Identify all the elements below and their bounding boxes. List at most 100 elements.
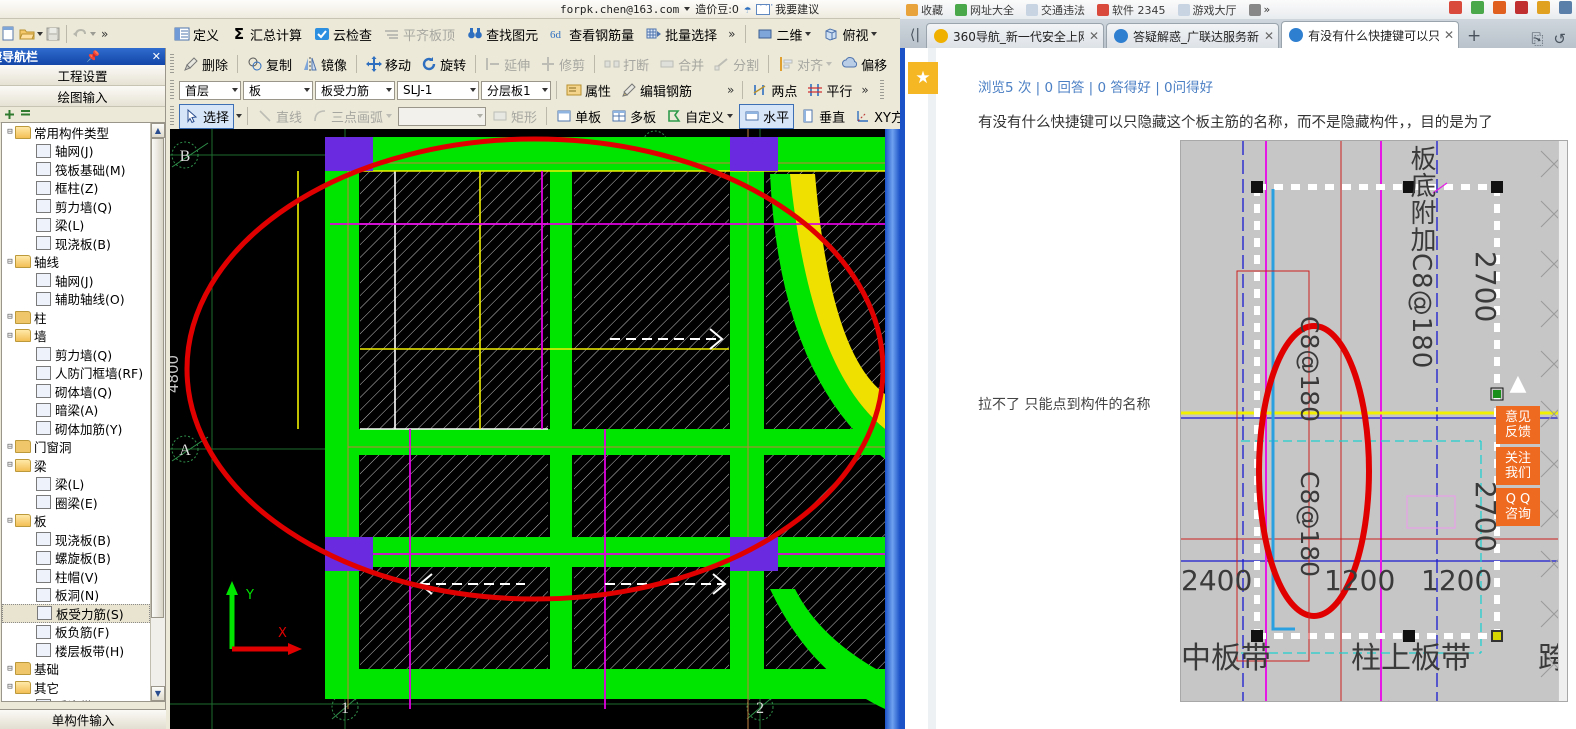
tree-item-3[interactable]: 框柱(Z) bbox=[2, 179, 150, 198]
ribbon-main-more-chevron[interactable]: » bbox=[725, 27, 738, 41]
tree-item-25[interactable]: 板洞(N) bbox=[2, 586, 150, 605]
tree-group-18[interactable]: ⊟ 梁 bbox=[2, 456, 150, 475]
qa-more-chevron[interactable]: » bbox=[98, 27, 111, 41]
tools-icon[interactable] bbox=[1559, 1, 1572, 14]
tb-summary-calc[interactable]: Σ 汇总计算 bbox=[227, 23, 306, 46]
bookmark-item-4[interactable]: 游戏大厅 bbox=[1177, 2, 1237, 18]
tb-vertical[interactable]: 垂直 bbox=[796, 105, 849, 128]
tb-rotate[interactable]: 旋转 bbox=[417, 53, 470, 76]
tree-item-1[interactable]: 轴网(J) bbox=[2, 142, 150, 161]
expand-toggle-icon[interactable]: ⊟ bbox=[5, 460, 15, 470]
tree-item-20[interactable]: 圈梁(E) bbox=[2, 493, 150, 512]
expand-toggle-icon[interactable]: ⊟ bbox=[5, 682, 15, 692]
tb-edit-rebar[interactable]: 编辑钢筋 bbox=[617, 79, 696, 102]
tb-horizontal[interactable]: 水平 bbox=[739, 103, 795, 129]
toolbar-gripper[interactable] bbox=[170, 54, 174, 74]
expand-toggle-icon[interactable]: ⊟ bbox=[5, 516, 15, 526]
undo-icon[interactable] bbox=[72, 26, 88, 42]
tree-group-30[interactable]: ⊟ 其它 bbox=[2, 678, 150, 697]
tb-define[interactable]: 定义 bbox=[170, 23, 223, 46]
tb-copy[interactable]: 复制 bbox=[243, 53, 296, 76]
save-icon[interactable] bbox=[45, 26, 61, 42]
tree-scroll-thumb[interactable] bbox=[151, 138, 164, 618]
draw-gripper[interactable] bbox=[170, 106, 174, 126]
cad-canvas[interactable]: B A 1 2 4800 Y X bbox=[170, 129, 885, 729]
tree-group-0[interactable]: ⊟ 常用构件类型 bbox=[2, 123, 150, 142]
bookmark-item-3[interactable]: 软件 2345 bbox=[1097, 2, 1166, 18]
tree-item-16[interactable]: 砌体加筋(Y) bbox=[2, 419, 150, 438]
reload-icon[interactable]: ↺ bbox=[1553, 30, 1566, 48]
tb-custom[interactable]: 自定义 bbox=[662, 105, 737, 128]
tree-item-13[interactable]: 人防门框墙(RF) bbox=[2, 364, 150, 383]
scroll-to-top-button[interactable]: ▲ bbox=[1496, 363, 1540, 403]
expand-toggle-icon[interactable]: ⊟ bbox=[5, 331, 15, 341]
browser-tab-0[interactable]: 360导航_新一代安全上网 ✕ bbox=[926, 23, 1104, 48]
tree-item-9[interactable]: 辅助轴线(O) bbox=[2, 290, 150, 309]
bookmark-item-5[interactable]: » bbox=[1248, 3, 1270, 16]
leaf-icon[interactable] bbox=[1471, 1, 1484, 14]
topview-dropdown-caret[interactable] bbox=[871, 32, 878, 36]
nav-button-draw-input[interactable]: 绘图输入 bbox=[0, 86, 165, 107]
tree-item-31[interactable]: 后浇带(JD) bbox=[2, 697, 150, 701]
expand-toggle-icon[interactable]: ⊟ bbox=[5, 312, 15, 322]
tree-item-6[interactable]: 现浇板(B) bbox=[2, 234, 150, 253]
tb-top-view[interactable]: 俯视 bbox=[819, 23, 881, 46]
tree-item-28[interactable]: 楼层板带(H) bbox=[2, 641, 150, 660]
open-dropdown-caret[interactable] bbox=[37, 32, 43, 36]
expand-all-icon[interactable] bbox=[4, 109, 15, 120]
side-button-feedback[interactable]: 意见 反馈 bbox=[1496, 406, 1540, 444]
tree-group-17[interactable]: ⊟ 门窗洞 bbox=[2, 438, 150, 457]
browser-tab-1[interactable]: 答疑解惑_广联达服务新 ✕ bbox=[1106, 23, 1280, 48]
tb-properties[interactable]: 属性 bbox=[562, 79, 615, 102]
component-tree[interactable]: ⊟ 常用构件类型 轴网(J) 筏板基础(M) 框柱(Z) 剪力墙(Q) 梁(L) 现浇板(B)… bbox=[1, 122, 166, 702]
inbox-icon[interactable] bbox=[1493, 1, 1506, 14]
tb-batch-select[interactable]: 批量选择 bbox=[642, 23, 721, 46]
gold-icon[interactable] bbox=[1537, 1, 1550, 14]
attachment-scrollbar[interactable] bbox=[1558, 141, 1567, 701]
cad-vertical-scrollbar[interactable] bbox=[885, 129, 900, 729]
ribbon-prop-more-chevron[interactable]: » bbox=[724, 83, 737, 97]
component-name-select[interactable]: SLJ-1 bbox=[397, 80, 479, 100]
close-icon[interactable]: ✕ bbox=[148, 50, 165, 63]
tb-two-point[interactable]: 两点 bbox=[748, 79, 801, 102]
side-button-qq[interactable]: Q Q 咨询 bbox=[1496, 488, 1540, 526]
favorite-star-badge[interactable]: ★ bbox=[908, 62, 938, 94]
2d-dropdown-caret[interactable] bbox=[805, 32, 812, 36]
expand-toggle-icon[interactable]: ⊟ bbox=[5, 664, 15, 674]
bookmark-item-2[interactable]: 交通违法 bbox=[1026, 2, 1085, 18]
tree-group-7[interactable]: ⊟ 轴线 bbox=[2, 253, 150, 272]
tb-move[interactable]: 移动 bbox=[362, 53, 415, 76]
expand-toggle-icon[interactable]: ⊟ bbox=[5, 442, 15, 452]
layer-select[interactable]: 分层板1 bbox=[481, 80, 551, 100]
tree-item-19[interactable]: 梁(L) bbox=[2, 475, 150, 494]
expand-toggle-icon[interactable]: ⊟ bbox=[5, 257, 15, 267]
tb-parallel[interactable]: 平行 bbox=[803, 79, 856, 102]
tb-delete[interactable]: 删除 bbox=[179, 53, 232, 76]
tree-scrollbar[interactable]: ▲ ▼ bbox=[150, 123, 165, 701]
custom-dropdown-caret[interactable] bbox=[727, 114, 734, 118]
tree-scroll-up-arrow[interactable]: ▲ bbox=[151, 123, 165, 138]
tree-item-22[interactable]: 现浇板(B) bbox=[2, 530, 150, 549]
suggest-icon[interactable] bbox=[756, 1, 774, 15]
tb-offset[interactable]: 偏移 bbox=[838, 53, 891, 76]
tree-group-21[interactable]: ⊟ 板 bbox=[2, 512, 150, 531]
category-select[interactable]: 板 bbox=[243, 80, 313, 100]
undo-dropdown-caret[interactable] bbox=[90, 32, 96, 36]
side-button-follow[interactable]: 关注 我们 bbox=[1496, 447, 1540, 485]
restore-tab-icon[interactable]: ⎘ bbox=[1531, 30, 1543, 48]
tree-scroll-down-arrow[interactable]: ▼ bbox=[151, 686, 165, 701]
tree-group-29[interactable]: ⊟ 基础 bbox=[2, 660, 150, 679]
nav-footer-single-component[interactable]: 单构件输入 bbox=[0, 709, 166, 729]
tab-close-icon[interactable]: ✕ bbox=[1264, 29, 1274, 43]
pin-icon[interactable]: 📌 bbox=[82, 50, 104, 63]
component-type-select[interactable]: 板受力筋 bbox=[315, 80, 395, 100]
tree-item-26[interactable]: 板受力筋(S) bbox=[2, 604, 150, 623]
new-tab-button[interactable]: + bbox=[1461, 23, 1487, 48]
measure-gripper-end[interactable] bbox=[879, 80, 884, 100]
tb-2d-view[interactable]: 二维 bbox=[753, 23, 815, 46]
floor-select[interactable]: 首层 bbox=[179, 80, 241, 100]
bookmark-item-1[interactable]: 网址大全 bbox=[955, 2, 1014, 18]
suggest-label[interactable]: 我要建议 bbox=[775, 1, 819, 17]
tree-item-2[interactable]: 筏板基础(M) bbox=[2, 160, 150, 179]
account-email[interactable]: forpk.chen@163.com bbox=[560, 3, 679, 16]
